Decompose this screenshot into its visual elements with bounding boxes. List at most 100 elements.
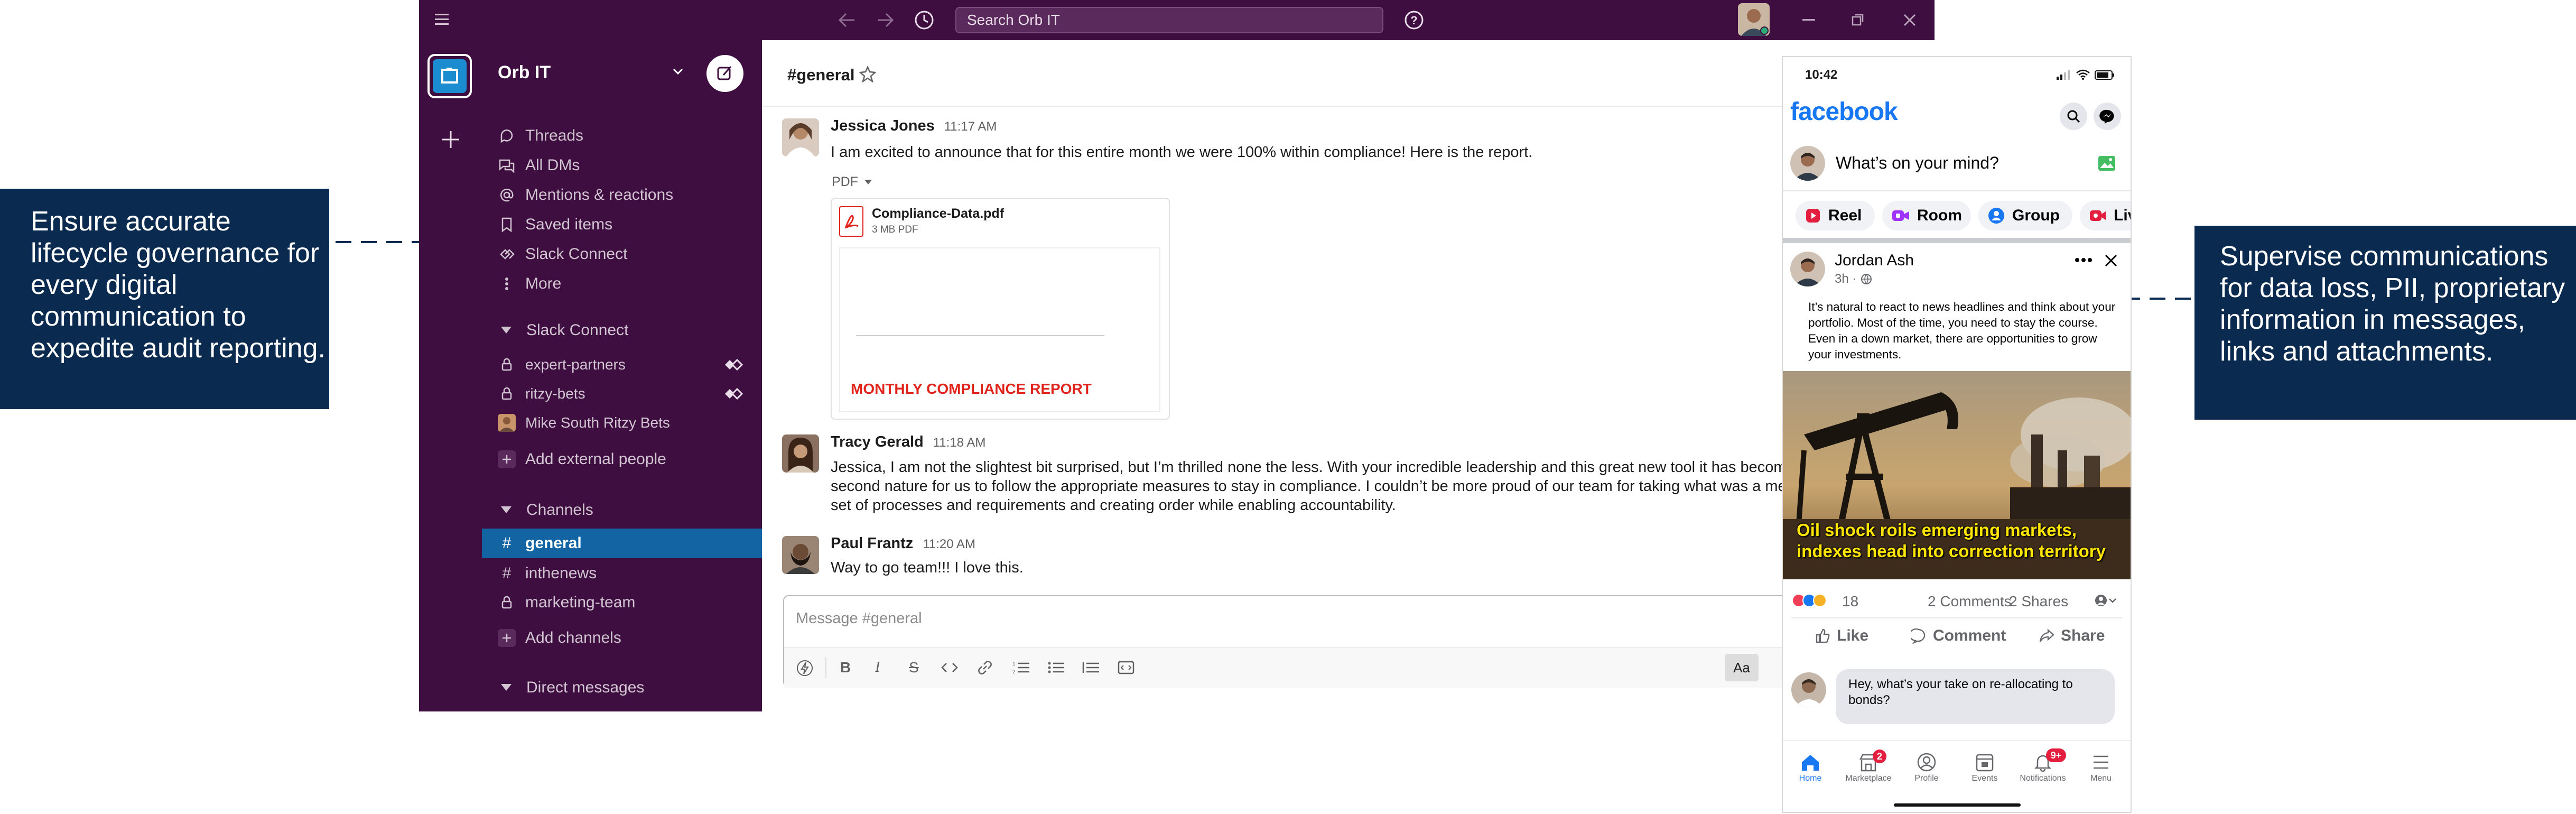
profile-avatar[interactable] (1790, 146, 1825, 181)
reaction-count[interactable]: 18 (1842, 593, 1858, 610)
pill-reel[interactable]: Reel (1796, 201, 1875, 230)
reel-icon (1805, 208, 1821, 224)
message-author[interactable]: Tracy Gerald (831, 433, 924, 451)
sidebar-item-inthenews[interactable]: # inthenews (482, 559, 762, 588)
bold-icon[interactable]: B (840, 659, 851, 676)
workspace-switcher-icon[interactable] (427, 54, 472, 98)
post-author-avatar[interactable] (1790, 252, 1825, 286)
attachment-file-name[interactable]: Compliance-Data.pdf (872, 206, 1004, 221)
message-composer[interactable]: Message #general B I S 12 Aa (783, 595, 1782, 688)
star-icon[interactable] (859, 66, 876, 82)
comments-count[interactable]: 2 Comments (1928, 593, 2012, 610)
italic-icon[interactable]: I (875, 659, 880, 676)
tab-notifications[interactable]: Notifications 9+ (2016, 748, 2069, 783)
maximize-icon[interactable] (1851, 13, 1865, 27)
comment-bubble[interactable]: Hey, what’s your take on re-allocating t… (1836, 669, 2115, 724)
sidebar-item-more[interactable]: More (482, 270, 762, 298)
pill-room[interactable]: Room (1882, 201, 1971, 230)
whats-on-your-mind-input[interactable]: What’s on your mind? (1836, 153, 1999, 173)
marketplace-badge: 2 (1873, 750, 1886, 763)
add-channels[interactable]: Add channels (482, 624, 762, 652)
code-block-icon[interactable] (1117, 659, 1135, 676)
like-button[interactable]: Like (1815, 627, 1868, 645)
sidebar-item-marketing-team[interactable]: marketing-team (482, 588, 762, 617)
tab-events[interactable]: Events (1958, 753, 2011, 783)
shares-count[interactable]: 2 Shares (2009, 593, 2068, 610)
sidebar-item-mike-south[interactable]: Mike South Ritzy Bets (482, 409, 762, 437)
bulleted-list-icon[interactable] (1047, 660, 1065, 675)
search-button[interactable] (2060, 103, 2087, 130)
back-arrow-icon[interactable] (836, 11, 858, 30)
avatar[interactable] (782, 434, 819, 473)
compose-button[interactable] (706, 55, 743, 92)
message-time[interactable]: 11:20 AM (923, 537, 975, 552)
attachment-preview[interactable]: MONTHLY COMPLIANCE REPORT (839, 247, 1160, 412)
sidebar-item-threads[interactable]: Threads (482, 122, 762, 150)
pill-live[interactable]: Live (2080, 201, 2131, 230)
reaction-icons[interactable] (1791, 593, 1836, 608)
message-input[interactable]: Message #general (796, 610, 922, 627)
tab-home[interactable]: Home (1784, 753, 1837, 783)
message-author[interactable]: Jessica Jones (831, 117, 935, 135)
sidebar-item-slack-connect[interactable]: Slack Connect (482, 240, 762, 269)
section-channels[interactable]: Channels (482, 496, 762, 524)
hamburger-icon[interactable] (435, 13, 451, 26)
search-input[interactable]: Search Orb IT (955, 7, 1383, 33)
attachment-card[interactable]: Compliance-Data.pdf 3 MB PDF MONTHLY COM… (831, 198, 1170, 420)
section-slack-connect[interactable]: Slack Connect (482, 316, 762, 345)
link-icon[interactable] (977, 659, 993, 676)
minimize-icon[interactable] (1802, 19, 1815, 21)
share-button[interactable]: Share (2039, 627, 2105, 645)
add-external-people[interactable]: Add external people (482, 445, 762, 474)
strikethrough-icon[interactable]: S (909, 659, 919, 676)
share-icon (2039, 628, 2054, 644)
avatar[interactable] (782, 118, 819, 156)
forward-arrow-icon[interactable] (875, 11, 896, 30)
messenger-button[interactable] (2094, 103, 2121, 130)
tab-profile[interactable]: Profile (1900, 753, 1953, 783)
post-author[interactable]: Jordan Ash (1835, 252, 1914, 270)
channel-title[interactable]: #general (787, 66, 855, 85)
tab-marketplace[interactable]: Marketplace 2 (1842, 750, 1895, 783)
sidebar-item-all-dms[interactable]: All DMs (482, 151, 762, 180)
profile-icon (1900, 753, 1953, 772)
sidebar-item-label: Add channels (525, 629, 621, 646)
tab-menu[interactable]: Menu (2075, 753, 2127, 783)
section-title: Channels (526, 501, 593, 519)
user-avatar[interactable] (1738, 3, 1770, 36)
comment-button[interactable]: Comment (1911, 627, 2006, 645)
attachment-type-toggle[interactable]: PDF (832, 174, 872, 190)
sidebar-item-expert-partners[interactable]: expert-partners (482, 350, 762, 379)
history-clock-icon[interactable] (913, 9, 935, 31)
sidebar-item-label: Mentions & reactions (525, 186, 674, 204)
audience-selector-icon[interactable] (2094, 593, 2117, 608)
chevron-down-icon[interactable] (672, 68, 684, 76)
sidebar-item-ritzy-bets[interactable]: ritzy-bets (482, 380, 762, 408)
message-author[interactable]: Paul Frantz (831, 535, 913, 552)
message-time[interactable]: 11:17 AM (944, 119, 997, 134)
avatar[interactable] (782, 536, 819, 574)
post-more-icon[interactable] (2075, 257, 2093, 263)
message-time[interactable]: 11:18 AM (933, 436, 986, 450)
pill-group[interactable]: Group (1978, 201, 2072, 230)
ordered-list-icon[interactable]: 12 (1012, 660, 1030, 675)
section-title: Slack Connect (526, 321, 629, 339)
formatting-toggle[interactable]: Aa (1725, 654, 1759, 681)
help-icon[interactable]: ? (1403, 9, 1425, 31)
workspace-name[interactable]: Orb IT (498, 62, 551, 83)
sidebar-item-mentions[interactable]: Mentions & reactions (482, 181, 762, 209)
code-icon[interactable] (941, 660, 959, 675)
facebook-logo[interactable]: facebook (1790, 97, 1898, 126)
photo-icon[interactable] (2098, 155, 2116, 171)
indent-icon[interactable] (1082, 660, 1100, 675)
section-direct-messages[interactable]: Direct messages (482, 673, 762, 702)
commenter-avatar[interactable] (1791, 672, 1826, 707)
add-workspace-icon[interactable] (440, 129, 461, 150)
shortcuts-lightning-icon[interactable] (796, 659, 814, 677)
close-window-icon[interactable] (1903, 13, 1917, 27)
post-close-icon[interactable] (2103, 253, 2119, 269)
post-image[interactable]: Oil shock roils emerging markets, indexe… (1783, 371, 2131, 579)
sidebar-item-saved[interactable]: Saved items (482, 210, 762, 239)
shared-channel-icon (724, 387, 745, 400)
sidebar-item-general[interactable]: # general (482, 529, 762, 558)
